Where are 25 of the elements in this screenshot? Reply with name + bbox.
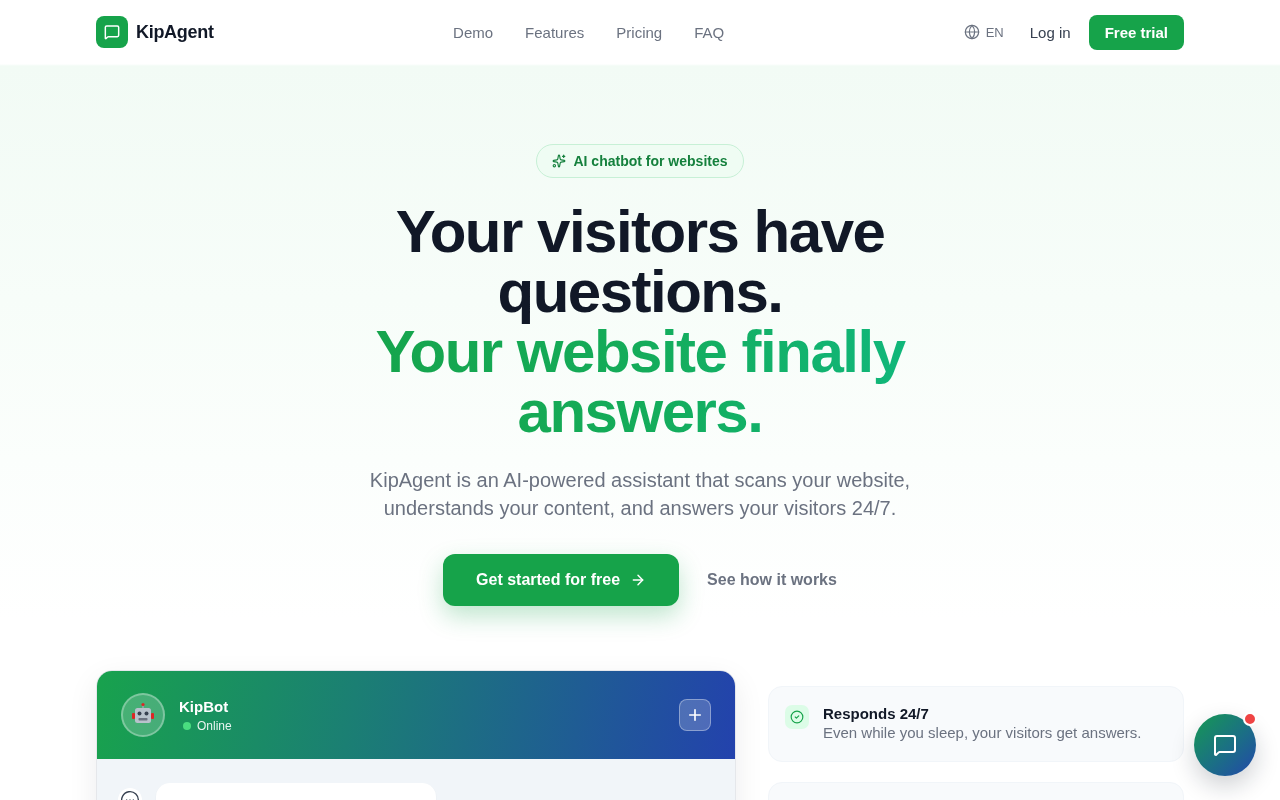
add-button[interactable] [679,699,711,731]
feature-description: Even while you sleep, your visitors get answers. [823,724,1142,741]
brand-name: KipAgent [136,21,214,43]
bot-name: KipBot [179,697,229,715]
bot-status: Online [197,718,232,733]
chat-launcher-button[interactable] [1194,714,1256,776]
nav-link[interactable]: FAQ [694,23,725,41]
globe-icon[interactable] [963,24,980,40]
login-link[interactable]: Log in [1023,23,1077,41]
language-label[interactable]: EN [985,24,1004,40]
nav-link[interactable]: Pricing [616,23,663,41]
see-how-link[interactable]: See how it works [707,571,837,589]
badge-text: AI chatbot for websites [573,153,728,169]
get-started-button[interactable]: Get started for free [443,554,680,606]
free-trial-button[interactable]: Free trial [1088,14,1184,50]
sparkle-icon [552,154,567,168]
hero-subtitle: KipAgent is an AI-powered assistant that scans your website, understands your content, and answers your visitors 24/7. [368,468,912,521]
nav-link[interactable]: Demo [453,23,494,41]
robot-icon [121,693,165,737]
nav-link[interactable]: Features [525,23,585,41]
chat-icon [1213,733,1237,757]
plus-icon [686,706,704,724]
chat-logo-icon [96,16,128,48]
feature-title: Responds 24/7 [823,705,929,722]
headline: Your visitors have questions. [394,202,886,322]
